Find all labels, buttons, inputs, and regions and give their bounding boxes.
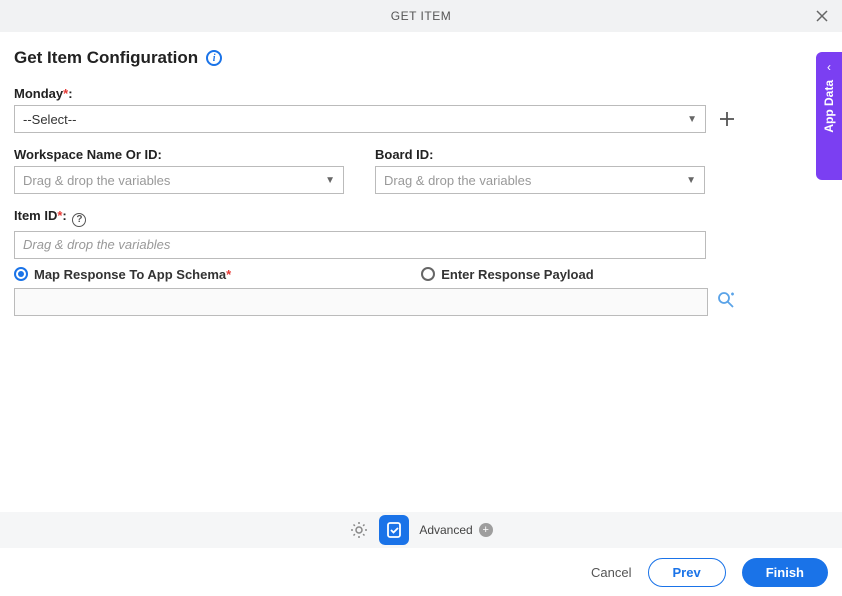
enter-payload-radio[interactable]: Enter Response Payload	[421, 267, 593, 282]
close-icon[interactable]	[812, 6, 832, 26]
app-data-label: App Data	[822, 80, 836, 133]
add-button[interactable]	[716, 108, 738, 130]
chevron-down-icon: ▼	[687, 114, 697, 125]
help-icon[interactable]: ?	[72, 213, 86, 227]
board-input[interactable]: Drag & drop the variables ▼	[375, 166, 705, 194]
clipboard-icon[interactable]	[379, 515, 409, 545]
advanced-button[interactable]: Advanced +	[419, 523, 492, 537]
cancel-button[interactable]: Cancel	[591, 565, 631, 580]
item-id-input[interactable]: Drag & drop the variables	[14, 231, 706, 259]
chevron-down-icon: ▼	[325, 175, 335, 186]
item-id-label: Item ID*: ?	[14, 208, 828, 227]
chevron-down-icon: ▼	[686, 175, 696, 186]
monday-label: Monday*:	[14, 86, 828, 101]
search-icon[interactable]	[716, 290, 736, 313]
workspace-input[interactable]: Drag & drop the variables ▼	[14, 166, 344, 194]
map-response-radio[interactable]: Map Response To App Schema*	[14, 267, 231, 282]
plus-circle-icon: +	[479, 523, 493, 537]
monday-select[interactable]: --Select-- ▼	[14, 105, 706, 133]
info-icon[interactable]: i	[206, 50, 222, 66]
prev-button[interactable]: Prev	[648, 558, 726, 587]
window-title: GET ITEM	[0, 9, 842, 23]
schema-input[interactable]	[14, 288, 708, 316]
workspace-label: Workspace Name Or ID:	[14, 147, 345, 162]
board-label: Board ID:	[375, 147, 706, 162]
finish-button[interactable]: Finish	[742, 558, 828, 587]
page-title: Get Item Configuration	[14, 48, 198, 68]
chevron-left-icon: ‹	[827, 60, 831, 74]
app-data-tab[interactable]: ‹ App Data	[816, 52, 842, 180]
gear-icon[interactable]	[349, 520, 369, 540]
